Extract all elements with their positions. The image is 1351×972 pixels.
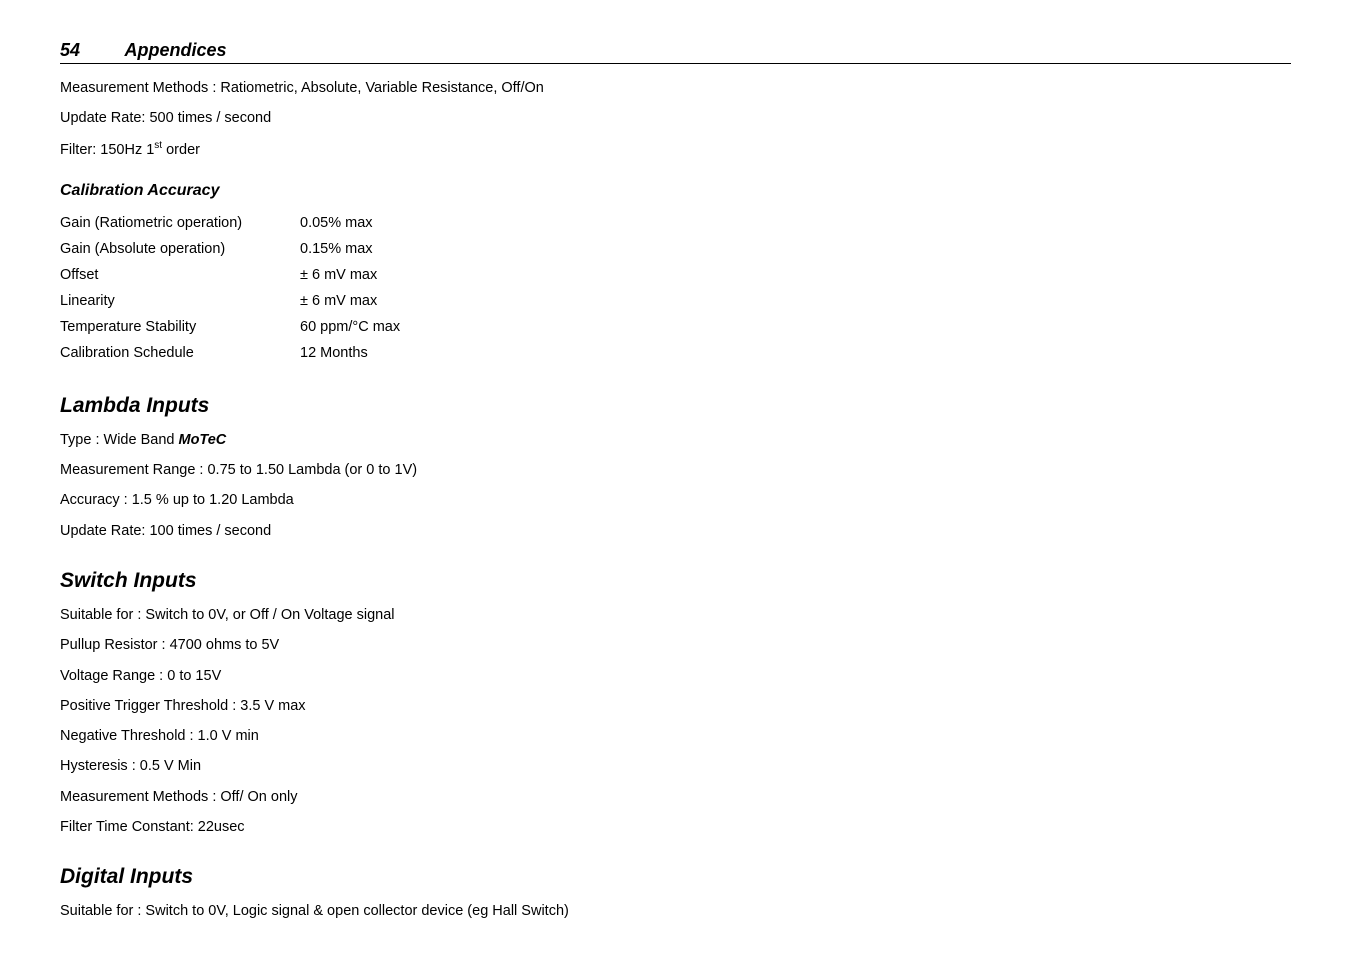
spec-label: Gain (Ratiometric operation) bbox=[60, 210, 300, 236]
brand-name: MoTeC bbox=[178, 432, 226, 448]
filter-line: Filter: 150Hz 1st order bbox=[60, 139, 1291, 160]
spec-label: Offset bbox=[60, 262, 300, 288]
spec-value: ± 6 mV max bbox=[300, 288, 400, 314]
lambda-heading: Lambda Inputs bbox=[60, 394, 1291, 418]
switch-heading: Switch Inputs bbox=[60, 569, 1291, 593]
switch-line: Pullup Resistor : 4700 ohms to 5V bbox=[60, 635, 1291, 655]
table-row: Linearity ± 6 mV max bbox=[60, 288, 400, 314]
spec-value: 0.05% max bbox=[300, 210, 400, 236]
section-title: Appendices bbox=[124, 40, 226, 60]
filter-superscript: st bbox=[154, 140, 162, 151]
switch-line: Voltage Range : 0 to 15V bbox=[60, 666, 1291, 686]
table-row: Gain (Ratiometric operation) 0.05% max bbox=[60, 210, 400, 236]
calibration-heading: Calibration Accuracy bbox=[60, 182, 1291, 200]
page-number: 54 bbox=[60, 40, 80, 60]
table-row: Temperature Stability 60 ppm/°C max bbox=[60, 314, 400, 340]
lambda-type: Type : Wide Band MoTeC bbox=[60, 430, 1291, 450]
switch-line: Hysteresis : 0.5 V Min bbox=[60, 756, 1291, 776]
switch-line: Suitable for : Switch to 0V, or Off / On… bbox=[60, 605, 1291, 625]
filter-prefix: Filter: 150Hz 1 bbox=[60, 141, 154, 157]
spec-label: Temperature Stability bbox=[60, 314, 300, 340]
lambda-accuracy: Accuracy : 1.5 % up to 1.20 Lambda bbox=[60, 490, 1291, 510]
switch-line: Measurement Methods : Off/ On only bbox=[60, 787, 1291, 807]
table-row: Offset ± 6 mV max bbox=[60, 262, 400, 288]
spec-label: Calibration Schedule bbox=[60, 340, 300, 366]
switch-line: Filter Time Constant: 22usec bbox=[60, 817, 1291, 837]
update-rate: Update Rate: 500 times / second bbox=[60, 108, 1291, 128]
switch-line: Negative Threshold : 1.0 V min bbox=[60, 726, 1291, 746]
page-header: 54 Appendices bbox=[60, 40, 1291, 64]
switch-line: Positive Trigger Threshold : 3.5 V max bbox=[60, 696, 1291, 716]
spec-value: 60 ppm/°C max bbox=[300, 314, 400, 340]
filter-suffix: order bbox=[162, 141, 200, 157]
spec-value: ± 6 mV max bbox=[300, 262, 400, 288]
table-row: Calibration Schedule 12 Months bbox=[60, 340, 400, 366]
lambda-type-prefix: Type : Wide Band bbox=[60, 432, 178, 448]
table-row: Gain (Absolute operation) 0.15% max bbox=[60, 236, 400, 262]
lambda-update-rate: Update Rate: 100 times / second bbox=[60, 521, 1291, 541]
spec-label: Linearity bbox=[60, 288, 300, 314]
calibration-table: Gain (Ratiometric operation) 0.05% max G… bbox=[60, 210, 400, 366]
spec-label: Gain (Absolute operation) bbox=[60, 236, 300, 262]
digital-heading: Digital Inputs bbox=[60, 865, 1291, 889]
measurement-methods: Measurement Methods : Ratiometric, Absol… bbox=[60, 78, 1291, 98]
spec-value: 0.15% max bbox=[300, 236, 400, 262]
lambda-range: Measurement Range : 0.75 to 1.50 Lambda … bbox=[60, 460, 1291, 480]
spec-value: 12 Months bbox=[300, 340, 400, 366]
digital-line: Suitable for : Switch to 0V, Logic signa… bbox=[60, 901, 680, 921]
